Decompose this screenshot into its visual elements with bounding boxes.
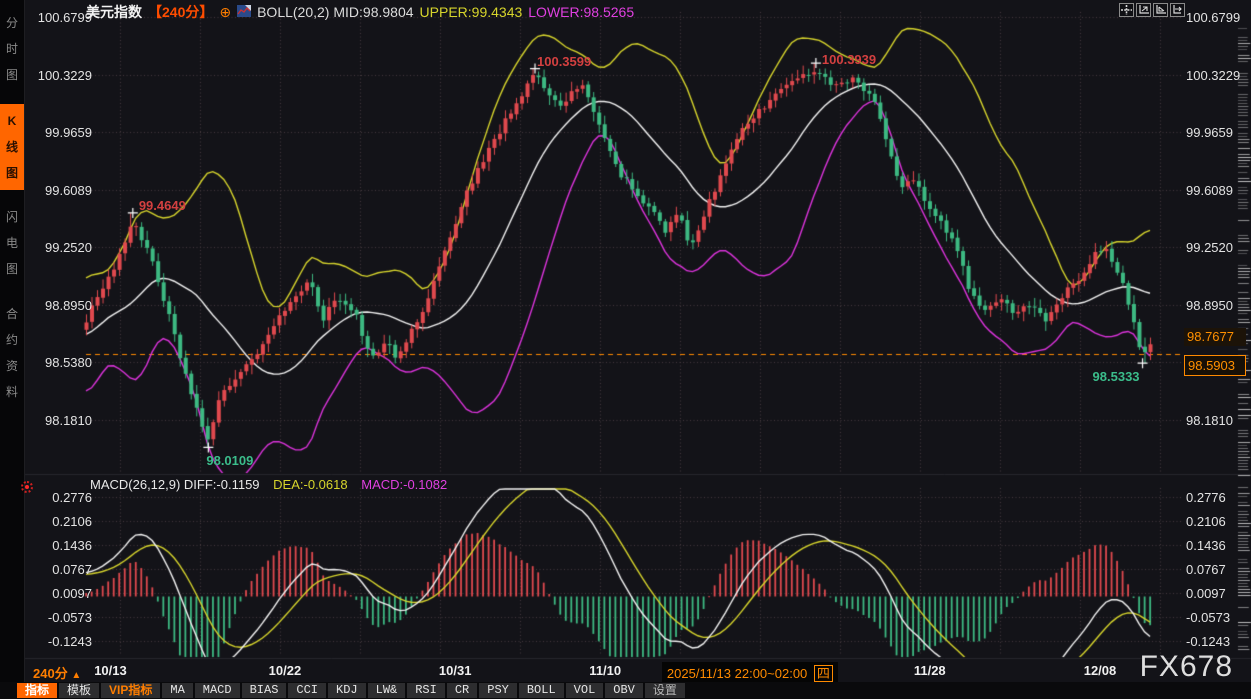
- trading-terminal-window: 分时图 K线图闪电图合约资料 美元指数 【240分】 ⊕ BOLL(20,2) M…: [0, 0, 1251, 699]
- macd-macd-label: MACD:-0.1082: [361, 477, 447, 492]
- toolbar-button-CR[interactable]: CR: [447, 683, 477, 698]
- price-extreme-annotation: 100.3939: [822, 52, 876, 67]
- main-yaxis-tick-left: 99.9659: [30, 125, 92, 140]
- macd-yaxis-tick-right: 0.0097: [1186, 586, 1226, 601]
- toolbar-button-xx[interactable]: 模板: [59, 683, 99, 698]
- toolbar-button-MACD[interactable]: MACD: [195, 683, 240, 698]
- symbol-name: 美元指数: [86, 2, 142, 22]
- main-yaxis-tick-right: 99.9659: [1186, 125, 1233, 140]
- xaxis-date-label: 11/10: [589, 663, 621, 678]
- macd-yaxis-tick-left: 0.0097: [30, 586, 92, 601]
- toolbar-button-MA[interactable]: MA: [162, 683, 192, 698]
- left-sidebar: 分时图 K线图闪电图合约资料: [0, 0, 25, 699]
- watermark: FX678: [1140, 650, 1233, 684]
- sidebar-item-2[interactable]: K线图: [0, 104, 24, 190]
- shift-right-icon[interactable]: [1170, 3, 1185, 17]
- xaxis-date-label: 12/08: [1084, 663, 1117, 678]
- boll-mid-label: BOLL(20,2) MID:98.9804: [257, 4, 413, 20]
- price-extreme-annotation: 98.0109: [206, 453, 253, 468]
- macd-yaxis-tick-right: -0.1243: [1186, 634, 1230, 649]
- sidebar-item-1[interactable]: 分时图: [0, 4, 24, 94]
- toolbar-button-VIPxx[interactable]: VIP指标: [101, 683, 160, 698]
- chart-type-icon[interactable]: [237, 4, 251, 20]
- toolbar-button-KDJ[interactable]: KDJ: [328, 683, 366, 698]
- macd-yaxis-tick-left: 0.1436: [30, 538, 92, 553]
- main-yaxis-tick-left: 99.6089: [30, 183, 92, 198]
- macd-yaxis-tick-left: -0.1243: [30, 634, 92, 649]
- time-axis: 240分 ▲ 10/13 10/22 10/31 11/10 11/28 12/08 202…: [0, 660, 1251, 681]
- main-yaxis-tick-right: 100.6799: [1186, 10, 1240, 25]
- main-yaxis-tick-left: 98.5380: [30, 355, 92, 370]
- period-selector[interactable]: 240分 ▲: [33, 663, 81, 682]
- main-yaxis-tick-left: 99.2520: [30, 240, 92, 255]
- macd-panel-icon[interactable]: [21, 481, 33, 493]
- compress-xaxis-icon[interactable]: [1136, 3, 1151, 17]
- period-label: 【240分】: [148, 2, 213, 22]
- price-extreme-annotation: 98.5333: [1093, 369, 1140, 384]
- main-yaxis-tick-right: 100.3229: [1186, 68, 1240, 83]
- macd-yaxis-tick-right: 0.2776: [1186, 490, 1226, 505]
- macd-yaxis-tick-right: -0.0573: [1186, 610, 1230, 625]
- main-yaxis-tick-right: 98.1810: [1186, 413, 1233, 428]
- boll-upper-label: UPPER:99.4343: [420, 4, 523, 20]
- price-extreme-annotation: 100.3599: [537, 54, 591, 69]
- macd-header: MACD(26,12,9) DIFF:-0.1159 DEA:-0.0618 M…: [90, 477, 447, 492]
- sidebar-item-3[interactable]: 闪电图: [0, 200, 24, 286]
- toolbar-button-CCI[interactable]: CCI: [288, 683, 326, 698]
- toolbar-button-xx[interactable]: 设置: [645, 683, 685, 698]
- toolbar-button-LWx[interactable]: LW&: [368, 683, 406, 698]
- triangle-up-icon: ▲: [71, 670, 81, 681]
- macd-yaxis-tick-left: -0.0573: [30, 610, 92, 625]
- macd-yaxis-tick-left: 0.2776: [30, 490, 92, 505]
- price-line-badge: 98.5903: [1184, 355, 1246, 376]
- expand-xaxis-icon[interactable]: [1153, 3, 1168, 17]
- circle-plus-icon[interactable]: ⊕: [219, 5, 231, 19]
- macd-diff-label: MACD(26,12,9) DIFF:-0.1159: [90, 477, 260, 492]
- main-yaxis-tick-left: 98.1810: [30, 413, 92, 428]
- sidebar-item-4[interactable]: 合约资料: [0, 296, 24, 410]
- main-yaxis-tick-right: 99.2520: [1186, 240, 1233, 255]
- chart-header: 美元指数 【240分】 ⊕ BOLL(20,2) MID:98.9804 UPP…: [86, 3, 634, 21]
- main-yaxis-tick-right: 99.6089: [1186, 183, 1233, 198]
- xaxis-date-label: 11/28: [914, 663, 946, 678]
- last-price-badge: 98.7677: [1184, 328, 1246, 346]
- macd-yaxis-tick-left: 0.0767: [30, 562, 92, 577]
- macd-yaxis-tick-left: 0.2106: [30, 514, 92, 529]
- macd-yaxis-tick-right: 0.0767: [1186, 562, 1226, 577]
- chart-canvas[interactable]: [0, 0, 1251, 699]
- topright-toolbar: [1119, 3, 1185, 17]
- toolbar-button-RSI[interactable]: RSI: [407, 683, 445, 698]
- price-extreme-annotation: 99.4649: [139, 198, 186, 213]
- toolbar-button-VOL[interactable]: VOL: [566, 683, 604, 698]
- xaxis-date-label: 10/13: [94, 663, 127, 678]
- macd-yaxis-tick-right: 0.2106: [1186, 514, 1226, 529]
- toolbar-button-OBV[interactable]: OBV: [605, 683, 643, 698]
- main-yaxis-tick-left: 100.6799: [30, 10, 92, 25]
- main-yaxis-tick-left: 100.3229: [30, 68, 92, 83]
- main-yaxis-tick-left: 98.8950: [30, 298, 92, 313]
- indicator-toolbar: 指标模板VIP指标MAMACDBIASCCIKDJLW&RSICRPSYBOLL…: [0, 682, 1251, 699]
- toolbar-button-PSY[interactable]: PSY: [479, 683, 517, 698]
- toolbar-button-BOLL[interactable]: BOLL: [519, 683, 564, 698]
- xaxis-highlighted-timestamp: 2025/11/13 22:00~02:00 四: [662, 662, 838, 683]
- toolbar-button-BIAS[interactable]: BIAS: [242, 683, 287, 698]
- macd-yaxis-tick-right: 0.1436: [1186, 538, 1226, 553]
- weekday-chip: 四: [814, 665, 833, 682]
- macd-dea-label: DEA:-0.0618: [273, 477, 347, 492]
- toolbar-button-xx[interactable]: 指标: [17, 683, 57, 698]
- main-yaxis-tick-right: 98.8950: [1186, 298, 1233, 313]
- boll-lower-label: LOWER:98.5265: [528, 4, 634, 20]
- xaxis-date-label: 10/31: [439, 663, 472, 678]
- crosshair-tool-icon[interactable]: [1119, 3, 1134, 17]
- xaxis-date-label: 10/22: [269, 663, 302, 678]
